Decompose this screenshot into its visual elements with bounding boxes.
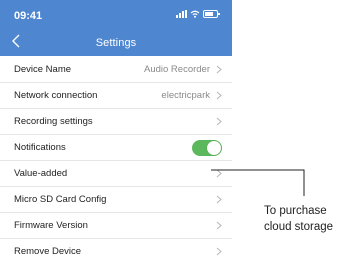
callout-annotation: To purchase cloud storage	[264, 203, 333, 235]
callout-line-2: cloud storage	[264, 221, 334, 233]
callout-line-1: To purchase	[264, 205, 327, 217]
